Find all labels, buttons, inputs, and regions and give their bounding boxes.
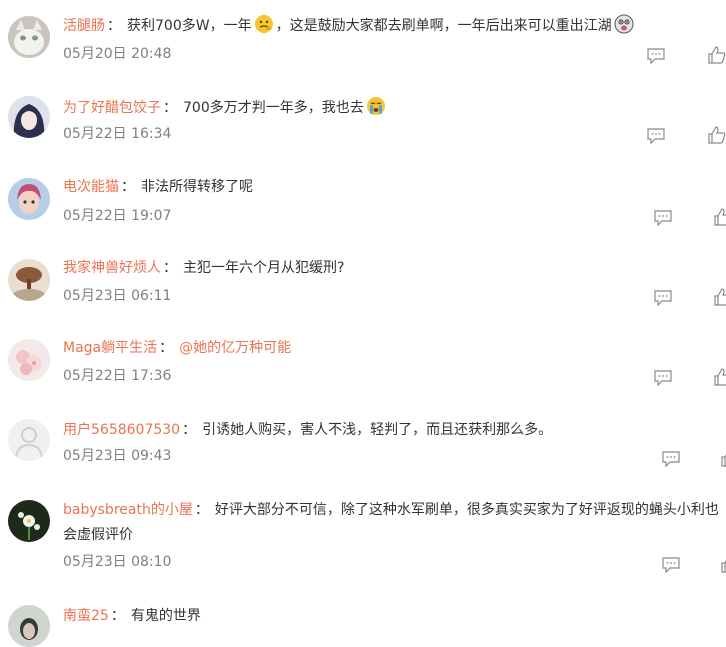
username-link[interactable]: Maga躺平生活	[63, 340, 157, 356]
username-link[interactable]: 为了好醋包饺子	[63, 100, 161, 116]
like-icon[interactable]	[714, 368, 726, 386]
reply-icon[interactable]	[662, 451, 680, 467]
username-link[interactable]: 南蛮25	[63, 608, 109, 624]
avatar[interactable]	[8, 339, 50, 381]
mention-link[interactable]: @她的亿万种可能	[179, 340, 291, 356]
reply-icon[interactable]	[647, 48, 665, 64]
comment-content: 电次能猫：非法所得转移了呢	[63, 179, 253, 195]
like-icon[interactable]	[708, 126, 726, 144]
thinking-emoji-icon	[254, 14, 274, 34]
comment-text: 700多万才判一年多，我也去	[183, 100, 364, 116]
comment-text: 非法所得转移了呢	[141, 179, 253, 195]
username-link[interactable]: babysbreath的小屋	[63, 502, 193, 518]
username-link[interactable]: 我家神兽好烦人	[63, 260, 161, 276]
reply-icon[interactable]	[654, 290, 672, 306]
tongue-emoji-icon	[614, 14, 634, 34]
comment-time: 05月23日 09:43	[63, 448, 172, 464]
comment-text: ，这是鼓励大家都去刷单啊，一年后出来可以重出江湖	[275, 18, 612, 34]
avatar[interactable]	[8, 178, 50, 220]
reply-icon[interactable]	[654, 210, 672, 226]
comment-content: 活腿肠：获利700多W，一年 ，这是鼓励大家都去刷单啊，一年后出来可以重出江湖	[63, 14, 726, 37]
comment-time: 05月22日 19:07	[63, 208, 172, 224]
reply-icon[interactable]	[654, 370, 672, 386]
comment-time: 05月23日 06:11	[63, 288, 172, 304]
comment-content: babysbreath的小屋：好评大部分不可信，除了这种水军刷单，很多真实买家为…	[63, 502, 719, 518]
avatar[interactable]	[8, 16, 50, 58]
like-icon[interactable]	[714, 288, 726, 306]
comment-text: 有鬼的世界	[130, 608, 201, 624]
comment-content: 南蛮25：有鬼的世界	[63, 608, 201, 624]
comment-text: 获利700多W，一年	[127, 18, 252, 34]
avatar[interactable]	[8, 259, 50, 301]
username-link[interactable]: 用户5658607530	[63, 422, 180, 438]
username-link[interactable]: 活腿肠	[63, 18, 105, 34]
comment-content: 用户5658607530：引诱她人购买，害人不浅，轻判了，而且还获利那么多。	[63, 422, 553, 438]
comment-content: 我家神兽好烦人：主犯一年六个月从犯缓刑?	[63, 260, 345, 276]
comment-content: Maga躺平生活： @她的亿万种可能	[63, 340, 292, 356]
comment-text: 引诱她人购买，害人不浅，轻判了，而且还获利那么多。	[202, 422, 553, 438]
avatar[interactable]	[8, 605, 50, 647]
comment-text: 主犯一年六个月从犯缓刑?	[183, 260, 345, 276]
avatar[interactable]	[8, 419, 50, 461]
avatar[interactable]	[8, 96, 50, 138]
like-icon[interactable]	[721, 555, 726, 573]
avatar[interactable]	[8, 500, 50, 542]
comment-time: 05月23日 08:10	[63, 554, 172, 570]
reply-icon[interactable]	[662, 557, 680, 573]
comment-time: 05月20日 20:48	[63, 46, 172, 62]
comment-content: 为了好醋包饺子： 700多万才判一年多，我也去	[63, 96, 726, 119]
username-link[interactable]: 电次能猫	[63, 179, 119, 195]
comment-time: 05月22日 16:34	[63, 126, 172, 142]
comment-text: 好评大部分不可信，除了这种水军刷单，很多真实买家为了好评返现的蝇头小利也	[214, 502, 719, 518]
like-icon[interactable]	[714, 208, 726, 226]
like-icon[interactable]	[721, 449, 726, 467]
crying-emoji-icon	[366, 96, 386, 116]
comment-text-continued: 会虚假评价	[63, 527, 133, 543]
reply-icon[interactable]	[647, 128, 665, 144]
comment-time: 05月22日 17:36	[63, 368, 172, 384]
like-icon[interactable]	[708, 46, 726, 64]
